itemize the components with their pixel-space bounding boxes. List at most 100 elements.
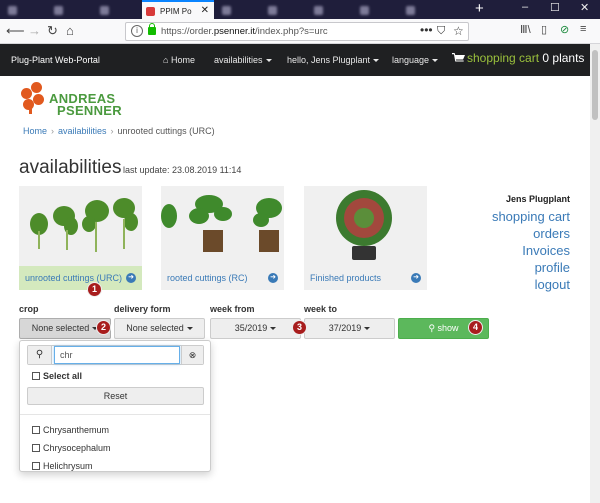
page-scrollbar[interactable] xyxy=(590,44,600,503)
logo-mark xyxy=(33,94,44,105)
browser-tab[interactable] xyxy=(264,2,306,19)
site-brand[interactable]: Plug-Plant Web-Portal xyxy=(11,55,100,65)
tab-favicon-icon xyxy=(100,6,109,15)
finished-products-image xyxy=(336,190,392,260)
card-rooted-cuttings[interactable]: rooted cuttings (RC) ➜ xyxy=(161,186,284,290)
crop-dropdown-menu: ⚲ chr ⊗ Select all Reset Chrysanthemum C… xyxy=(19,340,211,472)
step-marker-2: 2 xyxy=(96,320,111,335)
clear-search-icon[interactable]: ⊗ xyxy=(181,346,203,364)
breadcrumb: Home › availabilities › unrooted cuttings (U… xyxy=(23,126,215,136)
tab-favicon-icon xyxy=(406,6,415,15)
checkbox[interactable] xyxy=(32,372,40,380)
menu-icon[interactable]: ≡ xyxy=(580,23,586,35)
crop-label: crop xyxy=(19,304,39,314)
card-label: rooted cuttings (RC) xyxy=(167,273,248,283)
bookmark-star-icon[interactable]: ☆ xyxy=(453,24,464,38)
browser-tab[interactable] xyxy=(96,2,138,19)
tab-favicon-icon xyxy=(54,6,63,15)
pocket-icon[interactable]: ⛉ xyxy=(437,25,445,38)
reload-icon[interactable]: ↻ xyxy=(47,23,58,39)
scrollbar-thumb[interactable] xyxy=(592,50,598,120)
week-to-select[interactable]: 37/2019 xyxy=(304,318,395,339)
library-icon[interactable]: Ⅲ\ xyxy=(520,23,531,36)
caret-down-icon xyxy=(373,59,380,63)
week-to-label: week to xyxy=(304,304,338,314)
week-from-select[interactable]: 35/2019 xyxy=(210,318,301,339)
checkbox[interactable] xyxy=(32,462,40,470)
sidebar-link-logout[interactable]: logout xyxy=(535,277,570,292)
browser-toolbar: ⟵ → ↻ ⌂ i https://order.psenner.it/index… xyxy=(0,19,600,44)
url-text[interactable]: https://order.psenner.it/index.php?s=urc xyxy=(161,26,328,37)
tab-close-icon[interactable]: ✕ xyxy=(201,5,209,16)
logo-text-line2: PSENNER xyxy=(57,103,122,118)
arrow-right-icon: ➜ xyxy=(126,273,136,283)
reset-button[interactable]: Reset xyxy=(27,387,204,405)
arrow-right-icon: ➜ xyxy=(411,273,421,283)
lock-icon xyxy=(148,23,156,35)
tab-favicon-icon xyxy=(314,6,323,15)
home-icon[interactable]: ⌂ xyxy=(66,23,74,39)
option-helichrysum[interactable]: Helichrysum xyxy=(32,461,93,471)
url-bar[interactable]: i https://order.psenner.it/index.php?s=u… xyxy=(125,22,469,41)
breadcrumb-availabilities[interactable]: availabilities xyxy=(58,126,107,136)
option-chrysanthemum[interactable]: Chrysanthemum xyxy=(32,425,109,435)
rooted-cuttings-image xyxy=(161,195,282,252)
dropdown-search-group: ⚲ chr ⊗ xyxy=(27,345,204,365)
browser-tab[interactable] xyxy=(356,2,398,19)
sidebar-link-invoices[interactable]: Invoices xyxy=(522,243,570,258)
tab-favicon-icon xyxy=(146,7,155,16)
logo-mark xyxy=(21,88,32,99)
browser-tab[interactable] xyxy=(402,2,444,19)
browser-tab[interactable] xyxy=(218,2,260,19)
sidebar-link-profile[interactable]: profile xyxy=(535,260,570,275)
browser-tab-active[interactable]: PPIM Po ✕ xyxy=(142,0,214,19)
card-footer[interactable]: unrooted cuttings (URC) ➜ xyxy=(19,266,142,290)
nav-user[interactable]: hello, Jens Plugplant xyxy=(287,55,380,65)
search-icon: ⚲ xyxy=(28,346,52,364)
breadcrumb-home[interactable]: Home xyxy=(23,126,47,136)
nav-home[interactable]: ⌂ Home xyxy=(163,55,195,65)
card-finished-products[interactable]: Finished products ➜ xyxy=(304,186,427,290)
card-label: unrooted cuttings (URC) xyxy=(25,273,123,283)
page-title: availabilities xyxy=(19,157,122,178)
tab-title: PPIM Po xyxy=(160,7,192,16)
sidebar-link-orders[interactable]: orders xyxy=(533,226,570,241)
close-window-button[interactable]: ✕ xyxy=(580,1,589,14)
delivery-form-label: delivery form xyxy=(114,304,171,314)
checkbox[interactable] xyxy=(32,444,40,452)
sidebar-icon[interactable]: ▯ xyxy=(541,23,547,36)
browser-tab[interactable] xyxy=(310,2,352,19)
forward-arrow-icon[interactable]: → xyxy=(28,23,41,39)
step-marker-4: 4 xyxy=(468,320,483,335)
checkbox[interactable] xyxy=(32,426,40,434)
tab-favicon-icon xyxy=(268,6,277,15)
dropdown-search-input[interactable]: chr xyxy=(54,346,180,364)
card-footer[interactable]: rooted cuttings (RC) ➜ xyxy=(161,266,284,290)
card-footer[interactable]: Finished products ➜ xyxy=(304,266,427,290)
sidebar-link-shopping-cart[interactable]: shopping cart xyxy=(492,209,570,224)
option-chrysocephalum[interactable]: Chrysocephalum xyxy=(32,443,111,453)
nav-availabilities[interactable]: availabilities xyxy=(214,55,272,65)
extension-icon[interactable]: ⊘ xyxy=(560,23,569,36)
nav-language[interactable]: language xyxy=(392,55,439,65)
info-icon[interactable]: i xyxy=(131,25,143,37)
new-tab-button[interactable]: + xyxy=(475,0,484,17)
browser-tab[interactable] xyxy=(50,2,92,19)
site-navbar: Plug-Plant Web-Portal ⌂ Home availabilit… xyxy=(0,44,590,76)
nav-shopping-cart[interactable]: shopping cart 0 plants xyxy=(452,51,584,65)
tab-favicon-icon xyxy=(360,6,369,15)
tab-favicon-icon xyxy=(8,6,17,15)
company-logo[interactable]: ANDREAS PSENNER xyxy=(17,82,122,118)
back-arrow-icon[interactable]: ⟵ xyxy=(6,23,25,39)
caret-down-icon xyxy=(270,327,277,331)
maximize-button[interactable]: ☐ xyxy=(550,1,560,14)
delivery-form-select[interactable]: None selected xyxy=(114,318,205,339)
card-label: Finished products xyxy=(310,273,382,283)
logo-mark xyxy=(29,100,32,114)
page-actions-icon[interactable]: ••• xyxy=(420,23,433,37)
minimize-button[interactable]: – xyxy=(522,1,528,13)
select-all-option[interactable]: Select all xyxy=(32,371,82,381)
tab-favicon-icon xyxy=(222,6,231,15)
card-unrooted-cuttings[interactable]: unrooted cuttings (URC) ➜ xyxy=(19,186,142,290)
browser-tab[interactable] xyxy=(4,2,46,19)
